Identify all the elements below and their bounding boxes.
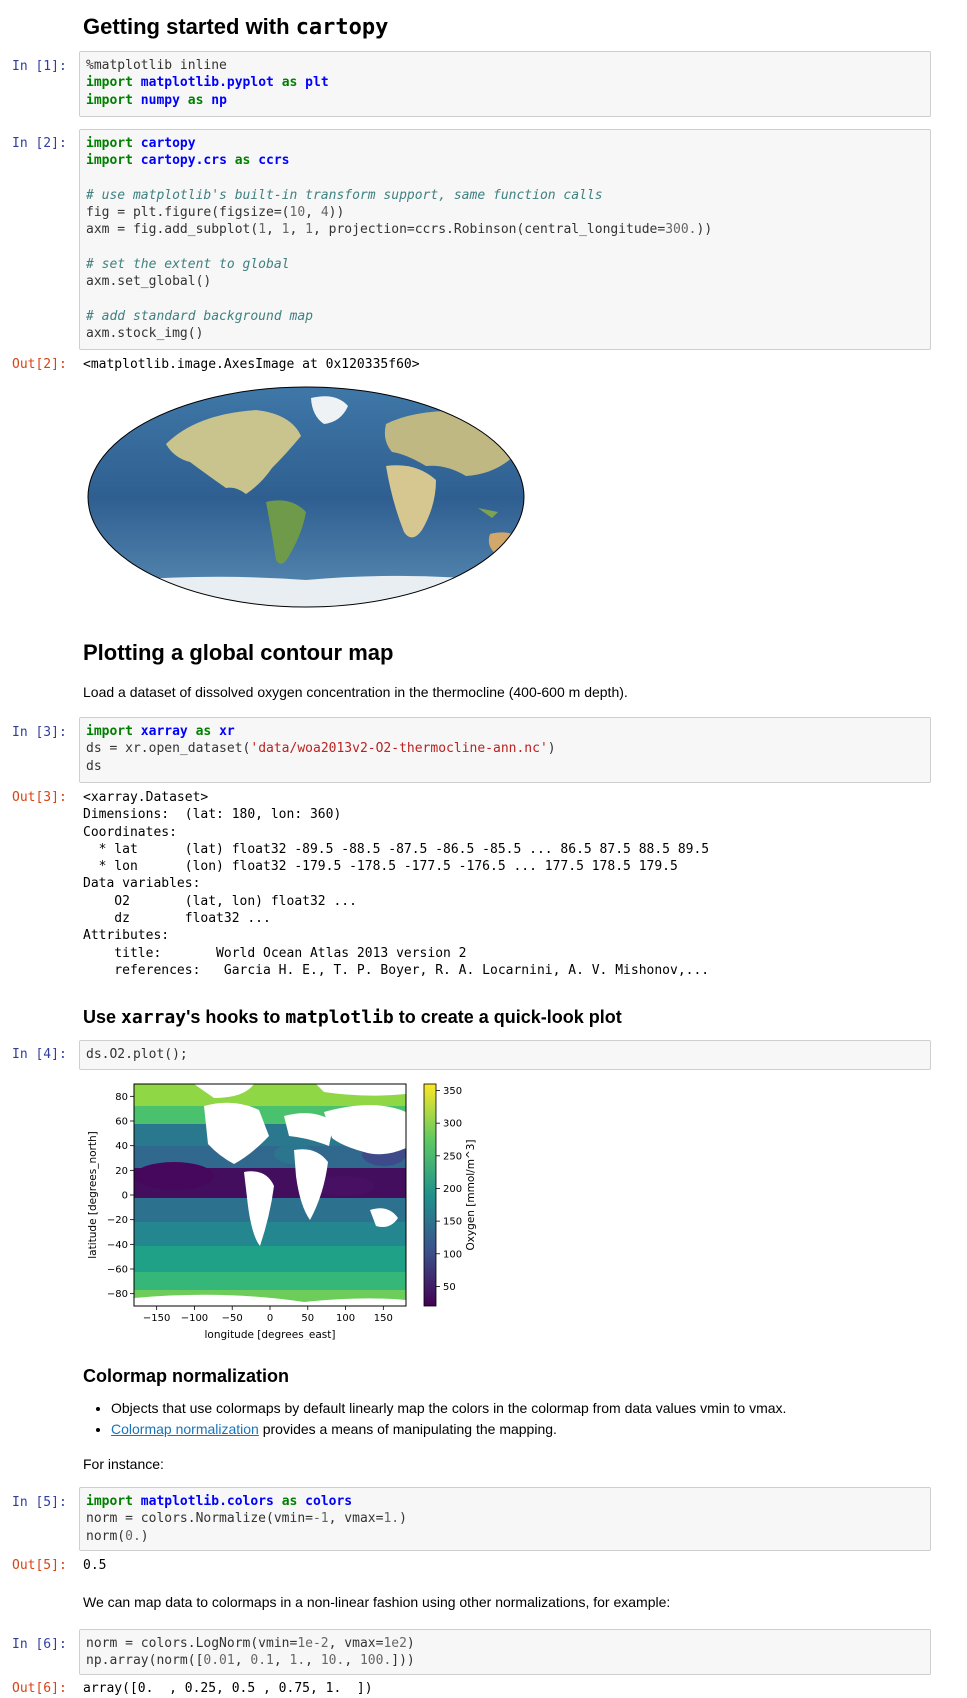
colormap-normalization-link[interactable]: Colormap normalization: [111, 1421, 259, 1437]
colorbar-tick-label: 150: [443, 1217, 462, 1228]
code-cell-6[interactable]: norm = colors.LogNorm(vmin=1e-2, vmax=1e…: [79, 1629, 931, 1675]
list-item: Colormap normalization provides a means …: [111, 1419, 786, 1440]
code-line: axm.stock_img(): [86, 326, 204, 342]
y-tick-label: 20: [115, 1166, 128, 1177]
list-item-text: Objects that use colormaps by default li…: [111, 1400, 787, 1416]
colorbar-tick-label: 250: [443, 1151, 462, 1162]
code-cell-2[interactable]: import cartopy import cartopy.crs as ccr…: [79, 129, 931, 350]
robinson-map-image: [87, 386, 525, 608]
output-5: 0.5: [83, 1558, 107, 1573]
heatmap-field: [134, 1084, 406, 1306]
oxygen-heatmap-chart: −150 −100 −50 0 50 100 150 806040200−20−40−60−…: [87, 1083, 477, 1340]
paragraph-contour: Load a dataset of dissolved oxygen conce…: [83, 684, 628, 700]
bullet-list: Objects that use colormaps by default li…: [83, 1398, 786, 1440]
output-6: array([0. , 0.25, 0.5 , 0.75, 1. ]): [83, 1681, 373, 1696]
repr-line: references: Garcia H. E., T. P. Boyer, R…: [83, 962, 710, 978]
y-tick-label: −60: [107, 1265, 128, 1276]
y-tick-label: 0: [122, 1191, 128, 1202]
x-tick-label: 100: [336, 1313, 355, 1324]
code-line: ds: [86, 758, 102, 774]
y-axis-label: latitude [degrees_north]: [87, 1131, 99, 1259]
colorbar: [423, 1083, 437, 1307]
paragraph-nonlinear: We can map data to colormaps in a non-li…: [83, 1594, 671, 1610]
out-prompt-2: Out[2]:: [12, 357, 67, 372]
code-comment: # add standard background map: [86, 308, 313, 324]
heading-text: to create a quick-look plot: [393, 1007, 622, 1027]
heading-getting-started: Getting started with cartopy: [83, 14, 388, 40]
x-axis: −150 −100 −50 0 50 100 150: [143, 1306, 393, 1324]
in-prompt-1: In [1]:: [12, 59, 67, 74]
y-tick-label: −40: [107, 1240, 128, 1251]
heading-text: 's hooks to: [186, 1007, 286, 1027]
y-tick-label: −20: [107, 1215, 128, 1226]
heading-hooks: Use xarray's hooks to matplotlib to crea…: [83, 1007, 622, 1028]
colorbar-tick-label: 200: [443, 1184, 462, 1195]
repr-line: dz float32 ...: [83, 911, 271, 927]
out-prompt-5: Out[5]:: [12, 1558, 67, 1573]
list-item-text: provides a means of manipulating the map…: [258, 1421, 557, 1437]
x-tick-label: −100: [181, 1313, 208, 1324]
y-axis: 80 60 40 20 0 −20 −40 −60 −80: [107, 1092, 134, 1300]
repr-line: title: World Ocean Atlas 2013 version 2: [83, 945, 467, 961]
out-prompt-6: Out[6]:: [12, 1681, 67, 1696]
y-tick-label: 40: [115, 1141, 128, 1152]
in-prompt-6: In [6]:: [12, 1637, 67, 1652]
repr-line: O2 (lat, lon) float32 ...: [83, 893, 357, 909]
in-prompt-4: In [4]:: [12, 1047, 67, 1062]
heading-contour: Plotting a global contour map: [83, 640, 394, 665]
code-line: ds.O2.plot();: [86, 1047, 188, 1062]
heading-code: cartopy: [295, 15, 389, 40]
out-prompt-3: Out[3]:: [12, 790, 67, 805]
colorbar-axis: 50 100 150 200 250 300 350: [436, 1086, 462, 1293]
repr-line: Dimensions: (lat: 180, lon: 360): [83, 807, 342, 823]
code-cell-1[interactable]: %matplotlib inline import matplotlib.pyp…: [79, 51, 931, 117]
heading-colormap-normalization: Colormap normalization: [83, 1366, 290, 1386]
code-comment: # set the extent to global: [86, 257, 290, 273]
in-prompt-3: In [3]:: [12, 725, 67, 740]
x-tick-label: 0: [267, 1313, 273, 1324]
output-2: <matplotlib.image.AxesImage at 0x120335f…: [83, 357, 420, 372]
colorbar-tick-label: 50: [443, 1282, 456, 1293]
heading-code: xarray: [121, 1007, 187, 1028]
code-cell-4[interactable]: ds.O2.plot();: [79, 1040, 931, 1070]
repr-line: * lat (lat) float32 -89.5 -88.5 -87.5 -8…: [83, 841, 710, 857]
x-tick-label: 150: [374, 1313, 393, 1324]
colorbar-tick-label: 300: [443, 1119, 462, 1130]
heading-text: Getting started with: [83, 14, 296, 39]
y-tick-label: −80: [107, 1289, 128, 1300]
y-tick-label: 80: [115, 1092, 128, 1103]
code-cell-5[interactable]: import matplotlib.colors as colors norm …: [79, 1487, 931, 1551]
code-line: axm.set_global(): [86, 274, 212, 290]
heading-code: matplotlib: [285, 1007, 394, 1028]
repr-line: Coordinates:: [83, 824, 177, 840]
heading-text: Use: [83, 1007, 122, 1027]
colorbar-tick-label: 100: [443, 1249, 462, 1260]
y-tick-label: 60: [115, 1117, 128, 1128]
x-tick-label: 50: [301, 1313, 314, 1324]
repr-line: <xarray.Dataset>: [83, 790, 209, 805]
code-cell-3[interactable]: import xarray as xr ds = xr.open_dataset…: [79, 717, 931, 783]
list-item: Objects that use colormaps by default li…: [111, 1398, 786, 1419]
in-prompt-2: In [2]:: [12, 136, 67, 151]
in-prompt-5: In [5]:: [12, 1495, 67, 1510]
paragraph-instance: For instance:: [83, 1456, 164, 1472]
colorbar-label: Oxygen [mmol/m^3]: [465, 1139, 477, 1250]
code-comment: # use matplotlib's built-in transform su…: [86, 187, 603, 203]
repr-line: Attributes:: [83, 928, 170, 944]
dataset-repr: <xarray.Dataset> Dimensions: (lat: 180, …: [83, 789, 709, 979]
repr-line: * lon (lon) float32 -179.5 -178.5 -177.5…: [83, 859, 678, 875]
x-tick-label: −150: [143, 1313, 170, 1324]
code-line: %matplotlib inline: [86, 58, 227, 73]
x-tick-label: −50: [222, 1313, 243, 1324]
colorbar-tick-label: 350: [443, 1086, 462, 1097]
repr-line: Data variables:: [83, 876, 201, 892]
x-axis-label: longitude [degrees_east]: [204, 1329, 335, 1340]
